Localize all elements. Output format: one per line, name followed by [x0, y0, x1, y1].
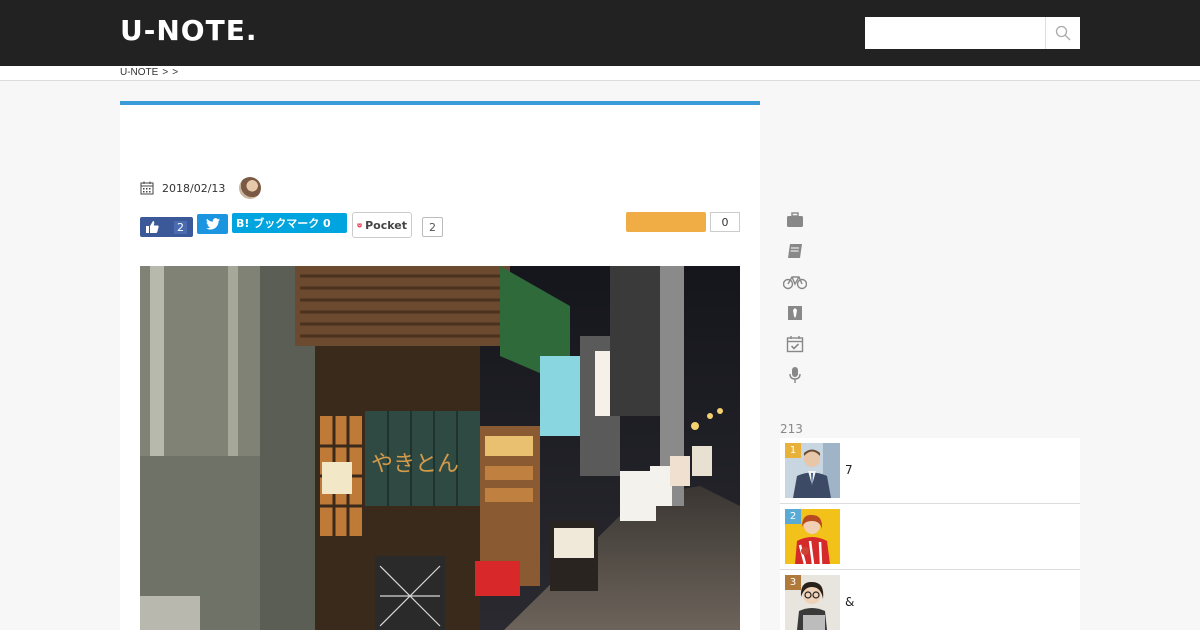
facebook-like-count: 2 — [174, 220, 187, 234]
twitter-bird-icon — [205, 218, 220, 230]
article-meta: 2018/02/13 — [140, 177, 262, 199]
calendar-check-icon — [786, 336, 804, 353]
twitter-share-button[interactable] — [197, 214, 228, 234]
ranking-thumbnail: 2 — [785, 509, 840, 564]
ranking-title: 213 — [780, 422, 803, 436]
ranking-list: 1 7 2 3 & — [780, 438, 1080, 630]
pocket-button[interactable]: Pocket — [352, 212, 412, 238]
thumbs-up-icon — [146, 221, 159, 233]
ranking-number: 1 — [785, 443, 801, 458]
ranking-thumbnail: 3 — [785, 575, 840, 630]
svg-text:やきとん: やきとん — [371, 452, 459, 477]
social-share-bar: 2 B! ブックマーク 0 Pocket 2 0 — [140, 208, 740, 238]
pocket-count: 2 — [422, 217, 443, 237]
briefcase-icon — [787, 212, 803, 227]
pocket-icon — [357, 222, 362, 228]
article-date: 2018/02/13 — [162, 181, 226, 195]
site-header: U-NOTE. — [0, 0, 1200, 66]
calendar-icon — [140, 181, 154, 195]
article-hero-image: やきとん — [140, 266, 740, 630]
category-book[interactable] — [783, 239, 807, 263]
category-lifestyle[interactable] — [783, 270, 807, 294]
bicycle-icon — [783, 276, 807, 290]
ranking-number: 3 — [785, 575, 801, 590]
ranking-item[interactable]: 2 — [780, 504, 1080, 570]
category-business[interactable] — [783, 208, 807, 232]
author-avatar[interactable] — [239, 177, 262, 199]
breadcrumb-bar: U-NOTE > > — [0, 66, 1200, 81]
hatena-bookmark-button[interactable]: B! ブックマーク 0 — [232, 213, 347, 233]
share-count: 0 — [710, 212, 740, 232]
category-interview[interactable] — [783, 363, 807, 387]
ranking-title-text: & — [845, 595, 855, 609]
category-career[interactable] — [783, 301, 807, 325]
ranking-thumbnail: 1 — [785, 443, 840, 498]
breadcrumb-home[interactable]: U-NOTE — [120, 66, 158, 79]
site-logo[interactable]: U-NOTE. — [120, 14, 257, 47]
breadcrumb: U-NOTE > > — [120, 66, 178, 79]
breadcrumb-separator: > — [172, 67, 179, 78]
sidebar-category-icons — [783, 208, 807, 394]
category-schedule[interactable] — [783, 332, 807, 356]
search-box — [865, 17, 1080, 49]
izakaya-alley-photo: やきとん — [140, 266, 740, 630]
ranking-item[interactable]: 3 & — [780, 570, 1080, 630]
article-card: 2018/02/13 2 B! ブックマーク 0 Pocket 2 0 やきとん — [120, 101, 760, 630]
microphone-icon — [789, 367, 801, 383]
search-input[interactable] — [865, 17, 1045, 49]
ranking-title-text: 7 — [845, 463, 853, 477]
search-icon — [1055, 25, 1071, 41]
book-icon — [788, 244, 802, 258]
facebook-like-button[interactable]: 2 — [140, 217, 193, 237]
search-button[interactable] — [1045, 17, 1080, 49]
tie-icon — [788, 306, 802, 320]
ranking-item[interactable]: 1 7 — [780, 438, 1080, 504]
share-button[interactable] — [626, 212, 706, 232]
pocket-label: Pocket — [365, 218, 407, 232]
breadcrumb-separator: > — [162, 67, 169, 78]
ranking-number: 2 — [785, 509, 801, 524]
